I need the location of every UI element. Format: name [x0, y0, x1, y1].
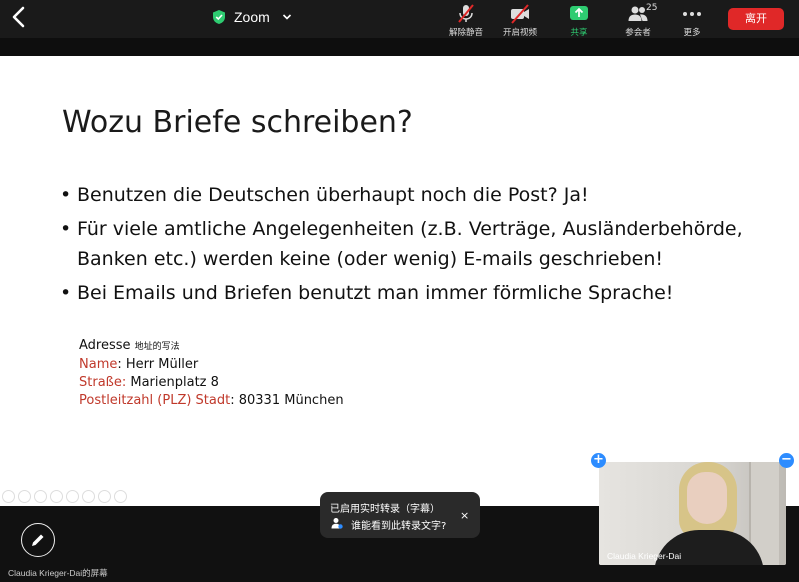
more-label: 更多	[683, 27, 701, 37]
annotation-tool-icon[interactable]	[82, 490, 95, 503]
more-dots-icon	[683, 12, 701, 16]
bullet-item: Für viele amtliche Angelegenheiten (z.B.…	[60, 214, 780, 274]
street-label: Straße:	[79, 375, 127, 390]
start-video-label: 开启视频	[502, 27, 537, 37]
postal-value: : 80331 München	[230, 393, 344, 408]
chevron-left-icon	[12, 6, 25, 28]
bullet-item: Bei Emails und Briefen benutzt man immer…	[60, 278, 780, 308]
annotation-tool-icon[interactable]	[98, 490, 111, 503]
leave-button[interactable]: 离开	[728, 8, 784, 30]
annotation-tool-icon[interactable]	[114, 490, 127, 503]
video-camera-off-icon	[511, 4, 529, 24]
meeting-toolbar: Zoom 解除静音 开启视频 共享 25 参会者 更多 离开	[0, 0, 799, 38]
address-street-row: Straße: Marienplatz 8	[79, 374, 344, 392]
start-video-button[interactable]: 开启视频	[494, 3, 546, 37]
toolbar-divider	[0, 38, 799, 56]
name-value: : Herr Müller	[117, 357, 199, 372]
street-value: Marienplatz 8	[126, 375, 219, 390]
pencil-icon	[32, 534, 44, 546]
annotate-button[interactable]	[21, 523, 55, 557]
participants-label: 参会者	[625, 27, 651, 37]
video-person-face	[687, 472, 727, 524]
participant-name: Claudia Krieger-Dai	[607, 551, 682, 561]
transcript-enabled-text: 已启用实时转录（字幕）	[330, 504, 440, 515]
shared-screen-slide: Wozu Briefe schreiben? Benutzen die Deut…	[0, 56, 799, 506]
address-example: Adresse 地址的写法 Name: Herr Müller Straße: …	[79, 337, 344, 410]
live-transcript-popup: 已启用实时转录（字幕） 谁能看到此转录文字? ×	[320, 492, 480, 538]
unmute-button[interactable]: 解除静音	[440, 3, 492, 37]
annotation-tool-icon[interactable]	[2, 490, 15, 503]
close-icon[interactable]: ×	[460, 509, 469, 522]
shield-check-icon	[213, 10, 225, 24]
address-heading: Adresse	[79, 338, 131, 353]
participants-button[interactable]: 25 参会者	[612, 3, 664, 37]
annotation-tool-icon[interactable]	[66, 490, 79, 503]
shared-screen-owner-label: Claudia Krieger-Dai的屏幕	[8, 568, 108, 578]
share-screen-icon	[570, 6, 588, 20]
minimize-video-button[interactable]: −	[779, 453, 794, 468]
annotation-tool-icon[interactable]	[34, 490, 47, 503]
address-postal-row: Postleitzahl (PLZ) Stadt: 80331 München	[79, 392, 344, 410]
participants-count: 25	[646, 3, 658, 13]
annotation-tool-icon[interactable]	[18, 490, 31, 503]
more-button[interactable]: 更多	[666, 3, 718, 37]
chevron-down-icon	[282, 14, 291, 20]
back-button[interactable]	[8, 5, 30, 29]
address-name-row: Name: Herr Müller	[79, 356, 344, 374]
annotation-mini-toolbar	[2, 490, 127, 503]
share-screen-button[interactable]: 共享	[553, 3, 605, 37]
participant-video-tile[interactable]: Claudia Krieger-Dai	[599, 462, 786, 565]
postal-label: Postleitzahl (PLZ) Stadt	[79, 393, 231, 408]
slide-bullet-list: Benutzen die Deutschen überhaupt noch di…	[60, 180, 780, 312]
address-heading-row: Adresse 地址的写法	[79, 337, 344, 356]
address-heading-note: 地址的写法	[134, 342, 180, 352]
name-label: Name	[79, 357, 118, 372]
unmute-label: 解除静音	[448, 27, 483, 37]
slide-title: Wozu Briefe schreiben?	[62, 105, 413, 140]
microphone-muted-icon	[458, 4, 474, 23]
person-info-icon	[331, 518, 343, 529]
meeting-title: Zoom	[234, 9, 270, 25]
enlarge-video-button[interactable]: +	[591, 453, 606, 468]
meeting-title-dropdown[interactable]: Zoom	[212, 7, 292, 27]
bullet-item: Benutzen die Deutschen überhaupt noch di…	[60, 180, 780, 210]
who-can-see-transcript-link[interactable]: 谁能看到此转录文字?	[351, 517, 446, 532]
share-label: 共享	[570, 27, 588, 37]
annotation-tool-icon[interactable]	[50, 490, 63, 503]
